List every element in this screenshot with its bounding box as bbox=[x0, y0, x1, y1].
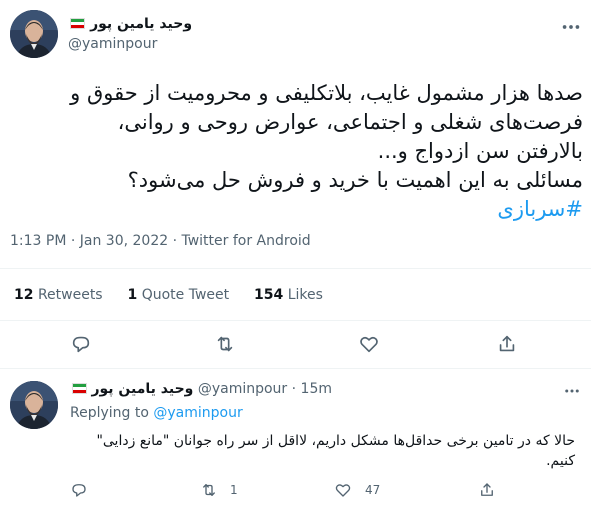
retweets-stat[interactable]: 12 Retweets bbox=[14, 287, 107, 303]
quote-stat[interactable]: 1 Quote Tweet bbox=[128, 287, 234, 303]
tweet-line-1: صدها هزار مشمول غایب، بلاتکلیفی و محرومی… bbox=[70, 81, 583, 105]
flag-icon bbox=[70, 18, 85, 29]
retweet-icon[interactable] bbox=[214, 333, 236, 359]
author-handle[interactable]: @yaminpour bbox=[68, 36, 157, 52]
flag-icon bbox=[72, 383, 87, 394]
divider bbox=[0, 320, 591, 321]
tweet-line-3: بالارفتن سن ازدواج و... bbox=[377, 139, 583, 163]
tweet-stats: 12 Retweets 1 Quote Tweet 154 Likes bbox=[14, 287, 323, 303]
replying-label: Replying to bbox=[70, 405, 149, 421]
reply-retweet-count: 1 bbox=[230, 483, 238, 497]
author-name[interactable]: وحید یامین پور bbox=[90, 16, 192, 32]
like-icon[interactable] bbox=[358, 333, 380, 359]
more-icon[interactable] bbox=[560, 16, 582, 42]
reply-retweet-icon[interactable] bbox=[200, 481, 218, 503]
likes-stat[interactable]: 154 Likes bbox=[254, 287, 323, 303]
replying-handle-link[interactable]: @yaminpour bbox=[153, 405, 242, 421]
retweets-count: 12 bbox=[14, 287, 34, 303]
reply-avatar[interactable] bbox=[10, 381, 58, 429]
divider bbox=[0, 368, 591, 369]
reply-icon[interactable] bbox=[70, 333, 92, 359]
tweet-line-4: مسائلی به این اهمیت با خرید و فروش حل می… bbox=[127, 168, 583, 192]
avatar-image bbox=[10, 10, 58, 58]
reply-like-icon[interactable] bbox=[334, 481, 352, 503]
retweets-label: Retweets bbox=[37, 287, 103, 303]
avatar-image bbox=[10, 381, 58, 429]
reply-like-count: 47 bbox=[365, 483, 381, 497]
tweet-text: صدها هزار مشمول غایب، بلاتکلیفی و محرومی… bbox=[8, 79, 583, 224]
reply-time[interactable]: · 15m bbox=[292, 381, 332, 397]
likes-label: Likes bbox=[287, 287, 323, 303]
reply-share-icon[interactable] bbox=[478, 481, 496, 503]
tweet-line-2: فرصت‌های شغلی و اجتماعی، عوارض روحی و رو… bbox=[117, 110, 583, 134]
quote-count: 1 bbox=[127, 287, 138, 303]
divider bbox=[0, 268, 591, 269]
likes-count: 154 bbox=[254, 287, 284, 303]
reply-more-icon[interactable] bbox=[563, 382, 581, 404]
tweet-timestamp[interactable]: 1:13 PM · Jan 30, 2022 · Twitter for And… bbox=[10, 233, 311, 249]
avatar[interactable] bbox=[10, 10, 58, 58]
share-icon[interactable] bbox=[496, 333, 518, 359]
reply-reply-icon[interactable] bbox=[70, 481, 88, 503]
reply-text: حالا که در تامین برخی حداقل‌ها مشکل داری… bbox=[96, 433, 575, 469]
quote-label: Quote Tweet bbox=[141, 287, 230, 303]
hashtag-link[interactable]: #سربازی bbox=[8, 195, 583, 224]
reply-author-name[interactable]: وحید یامین پور bbox=[91, 381, 193, 397]
reply-author-handle[interactable]: @yaminpour bbox=[198, 381, 287, 397]
